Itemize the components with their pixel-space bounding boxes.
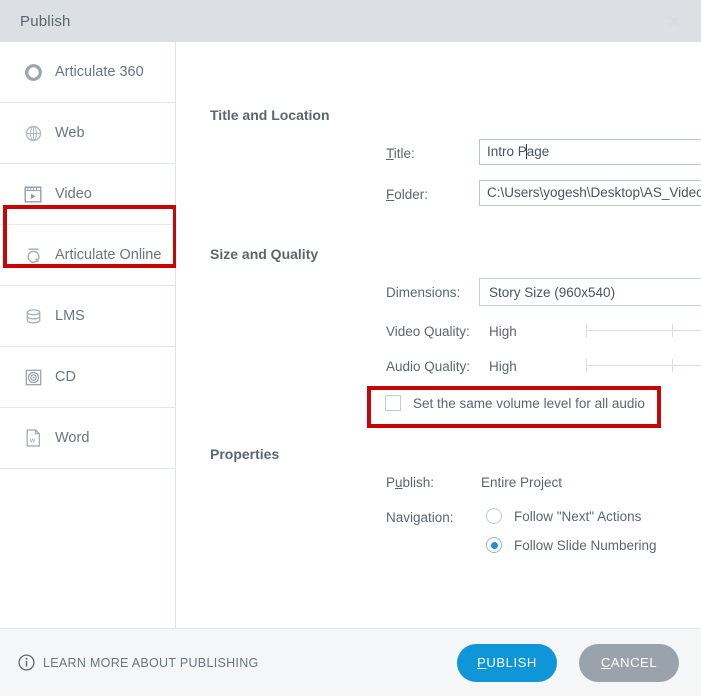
title-input-value-after-caret: age [526,144,550,159]
database-icon [22,305,44,327]
audio-quality-slider[interactable] [586,354,701,376]
close-icon[interactable] [661,8,687,34]
section-heading-title-location: Title and Location [210,107,330,123]
cancel-button-label: ANCEL [610,655,658,670]
navigation-label: Navigation: [386,510,454,525]
audio-quality-label: Audio Quality: [386,359,471,374]
sidebar-item-label: Video [55,186,92,202]
folder-input[interactable]: C:\Users\yogesh\Desktop\AS_Video [479,180,701,206]
radio-follow-slide-numbering[interactable]: Follow Slide Numbering [486,537,657,553]
cancel-button-mnemonic: C [600,655,611,670]
sidebar-item-label: Articulate Online [55,247,162,263]
title-field-label: Title: [386,146,415,161]
globe-icon [22,122,44,144]
publish-button[interactable]: P UBLISH [457,643,557,682]
sidebar-item-word[interactable]: w Word [0,408,175,469]
slider-tick [672,324,673,337]
video-quality-label: Video Quality: [386,324,470,339]
word-document-icon: w [22,427,44,449]
sidebar-item-label: CD [55,369,76,385]
slider-track [586,365,701,366]
publish-target-sidebar: Articulate 360 Web Video Articulate Onli… [0,42,177,628]
learn-more-link[interactable]: LEARN MORE ABOUT PUBLISHING [18,654,259,671]
sidebar-item-label: LMS [55,308,85,324]
articulate-online-icon [22,244,44,266]
disc-icon [22,366,44,388]
svg-text:w: w [29,437,36,444]
publish-scope-value[interactable]: Entire Project [481,475,562,490]
film-play-icon [22,183,44,205]
slider-track [586,330,701,331]
sidebar-item-articulate-360[interactable]: Articulate 360 [0,42,175,103]
info-icon [18,654,35,671]
dimensions-selected-value: Story Size (960x540) [489,284,616,300]
same-volume-label: Set the same volume level for all audio [413,395,645,411]
radio-follow-next-actions[interactable]: Follow "Next" Actions [486,508,641,524]
slider-tick [672,359,673,372]
sidebar-item-lms[interactable]: LMS [0,286,175,347]
radio-button[interactable] [486,508,502,524]
title-input[interactable]: Intro Page [479,139,701,165]
learn-more-text: LEARN MORE ABOUT PUBLISHING [43,655,259,670]
slider-tick [586,324,587,337]
dialog-body: Articulate 360 Web Video Articulate Onli… [0,42,701,628]
radio-label: Follow Slide Numbering [514,537,657,553]
sidebar-item-cd[interactable]: CD [0,347,175,408]
audio-quality-value: High [489,359,517,374]
same-volume-checkbox[interactable] [385,395,401,411]
slider-tick [586,359,587,372]
video-quality-slider[interactable] [586,319,701,341]
publish-scope-label: Publish: [386,475,435,490]
sidebar-item-label: Word [55,430,90,446]
video-quality-value: High [489,324,517,339]
publish-button-mnemonic: P [477,655,487,670]
circle-ring-icon [22,61,44,83]
cancel-button[interactable]: C ANCEL [579,643,679,682]
sidebar-item-web[interactable]: Web [0,103,175,164]
publish-settings-panel: Title and Location Title: Intro Page ...… [176,42,701,628]
sidebar-item-video[interactable]: Video [0,164,175,225]
window-title: Publish [20,12,71,30]
section-heading-properties: Properties [210,446,280,462]
sidebar-item-articulate-online[interactable]: Articulate Online [0,225,175,286]
same-volume-checkbox-row[interactable]: Set the same volume level for all audio [385,395,645,411]
title-input-value-before-caret: Intro P [487,144,527,159]
section-heading-size-quality: Size and Quality [210,246,319,262]
radio-label: Follow "Next" Actions [514,508,642,524]
publish-dialog: Publish Articulate 360 Web Video Articul… [0,0,701,696]
dimensions-select[interactable]: Story Size (960x540) [479,278,701,306]
folder-field-label: Folder: [386,187,429,202]
radio-button[interactable] [486,537,502,553]
window-titlebar: Publish [0,0,701,42]
dialog-footer: LEARN MORE ABOUT PUBLISHING P UBLISH C ANC… [0,628,701,696]
sidebar-item-label: Articulate 360 [55,64,144,80]
dimensions-field-label: Dimensions: [386,285,461,300]
publish-button-label: UBLISH [486,655,537,670]
sidebar-item-label: Web [55,125,85,141]
